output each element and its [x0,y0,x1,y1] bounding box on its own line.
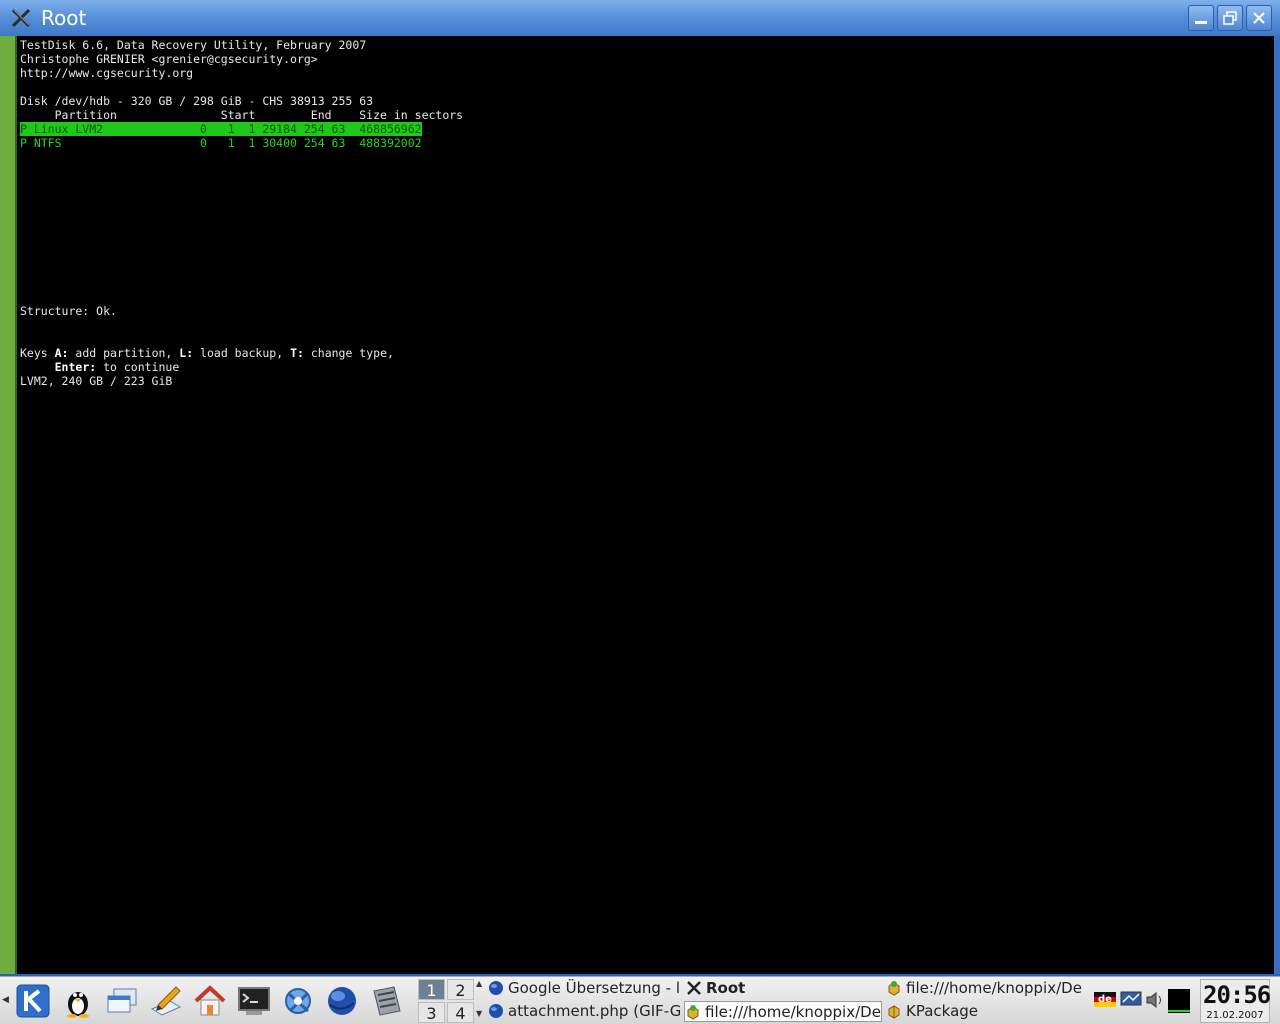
browser-launcher[interactable] [324,983,360,1019]
home-icon [194,985,226,1016]
pager-desktop-4[interactable]: 4 [447,1002,474,1023]
taskbar: ◀ 1 2 3 4 ▲ ▼ Google Übersetzung - lc Ro… [0,976,1280,1024]
close-button[interactable] [1246,5,1272,31]
terminal-line: Christophe GRENIER <grenier@cgsecurity.o… [20,52,318,66]
penguin-icon [67,992,89,1018]
kpackage-icon [888,1005,900,1019]
restore-icon [1223,11,1237,25]
x-window-icon[interactable] [10,7,32,29]
window-title: Root [41,6,87,30]
partition-row-selected[interactable]: P Linux LVM2 0 1 1 29184 254 63 46885696… [20,122,422,136]
taskbar-hide-arrow-icon[interactable]: ◀ [2,995,10,1007]
package-icon [888,981,900,996]
volume-tray[interactable] [1145,991,1165,1013]
package-icon [687,1005,699,1020]
file-cabinet-icon [373,986,401,1016]
minimize-icon [1195,21,1207,24]
globe-icon [489,981,503,995]
structure-status: Structure: Ok. [20,304,117,318]
clock[interactable]: 20:56 21.02.2007 [1200,979,1271,1023]
windows-stack-icon [107,988,137,1013]
task-google-translate[interactable]: Google Übersetzung - lc [488,978,680,999]
disk-info-line: Disk /dev/hdb - 320 GB / 298 GiB - CHS 3… [20,94,374,108]
keys-help-line: Enter: to continue [54,360,180,374]
terminal-window: Root TestDisk 6.6, Data Recovery Utility… [0,0,1280,976]
home-folder-launcher[interactable] [192,983,228,1019]
globe-icon [328,987,356,1015]
terminal-line: http://www.cgsecurity.org [20,66,194,80]
pager-desktop-3[interactable]: 3 [418,1002,445,1023]
globe-icon [489,1004,503,1018]
partition-info-line: LVM2, 240 GB / 223 GiB [20,374,173,388]
keys-help-line: Keys A: add partition, L: load backup, T… [20,346,394,360]
task-attachment-php[interactable]: attachment.php (GIF-Gr [488,1001,680,1022]
speaker-icon [1146,991,1161,1009]
k-menu-button[interactable] [15,983,51,1019]
close-icon [1253,12,1265,24]
task-kpackage[interactable]: KPackage [886,1001,1082,1022]
keyboard-layout-label: de [1098,994,1112,1005]
window-titlebar[interactable]: Root [0,0,1280,37]
kde-k-icon [16,984,50,1018]
terminal-icon [238,987,270,1015]
pencil-paper-icon [150,986,182,1016]
system-monitor-tray[interactable] [1168,989,1190,1013]
desktop-pager: 1 2 3 4 [418,979,474,1023]
konqueror-launcher[interactable] [280,983,316,1019]
german-flag-icon: de [1094,992,1116,1007]
task-file-browser-1[interactable]: file:///home/knoppix/Des [886,978,1082,999]
task-file-browser-2[interactable]: file:///home/knoppix/Des [684,1001,882,1022]
clock-time: 20:56 [1203,981,1271,1009]
file-manager-launcher[interactable] [368,983,404,1019]
partition-row[interactable]: P NTFS 0 1 1 30400 254 63 488392002 [20,136,422,150]
text-editor-launcher[interactable] [148,983,184,1019]
globe-gear-icon [285,988,311,1014]
clock-date: 21.02.2007 [1206,1010,1264,1021]
minimize-button[interactable] [1188,5,1214,31]
partition-table-header: Partition Start End Size in sectors [20,108,464,122]
cpu-graph-icon [1168,989,1190,1013]
pager-desktop-1[interactable]: 1 [418,979,445,1000]
keyboard-layout-indicator[interactable]: de [1094,991,1116,1013]
terminal-area[interactable]: TestDisk 6.6, Data Recovery Utility, Feb… [17,36,1274,974]
terminal-line: TestDisk 6.6, Data Recovery Utility, Feb… [20,38,367,52]
desktop-launcher[interactable] [104,983,140,1019]
monitor-icon [1120,991,1142,1006]
task-scroll-arrows[interactable]: ▲ ▼ [476,979,484,1023]
display-settings-tray[interactable] [1120,991,1142,1013]
window-right-border [1274,36,1280,974]
x-window-icon [687,981,701,995]
window-left-border [0,36,17,974]
pager-desktop-2[interactable]: 2 [447,979,474,1000]
task-root[interactable]: Root [686,978,882,999]
knoppix-penguin-launcher[interactable] [60,983,96,1019]
maximize-button[interactable] [1217,5,1243,31]
konsole-launcher[interactable] [236,983,272,1019]
